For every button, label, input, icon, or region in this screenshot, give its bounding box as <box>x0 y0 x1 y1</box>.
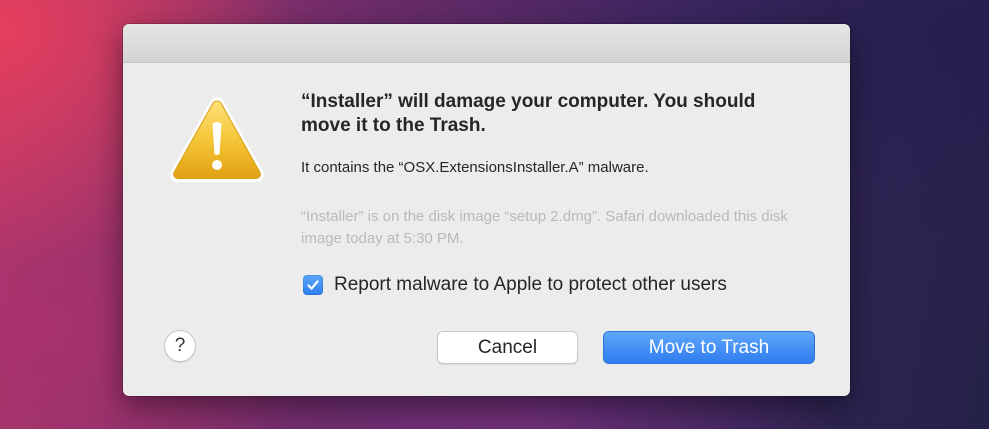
alert-headline: “Installer” will damage your computer. Y… <box>301 91 756 136</box>
dialog-titlebar <box>123 24 850 63</box>
checkmark-icon <box>307 280 319 290</box>
report-malware-checkbox-row[interactable]: Report malware to Apple to protect other… <box>303 274 727 296</box>
report-malware-checkbox[interactable] <box>303 275 323 295</box>
cancel-button[interactable]: Cancel <box>437 331 578 364</box>
report-malware-label[interactable]: Report malware to Apple to protect other… <box>334 274 727 296</box>
malware-name-text: It contains the “OSX.ExtensionsInstaller… <box>301 159 649 176</box>
help-button[interactable]: ? <box>164 330 196 362</box>
question-mark-icon: ? <box>174 335 186 356</box>
move-to-trash-button[interactable]: Move to Trash <box>603 331 815 364</box>
malware-alert-dialog: “Installer” will damage your computer. Y… <box>123 24 850 396</box>
disk-image-detail-text: “Installer” is on the disk image “setup … <box>301 208 788 247</box>
warning-triangle-icon <box>170 97 264 182</box>
